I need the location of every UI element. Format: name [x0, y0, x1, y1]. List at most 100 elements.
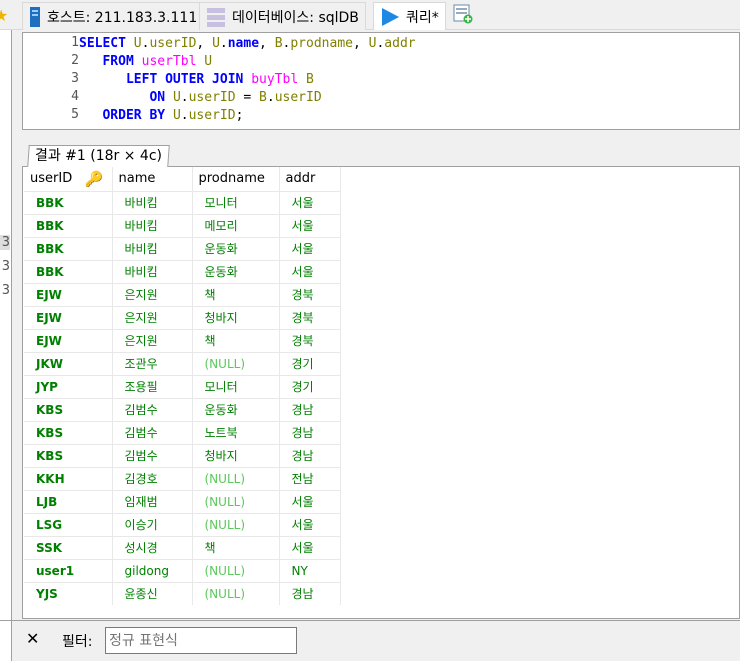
- cell-addr[interactable]: 전남: [279, 466, 341, 490]
- cell-name[interactable]: 바비킴: [112, 259, 193, 283]
- table-row[interactable]: BBK 바비킴 모니터 서울: [24, 190, 341, 214]
- cell-prodname[interactable]: 운동화: [192, 259, 280, 283]
- table-row[interactable]: BBK 바비킴 운동화 서울: [24, 259, 341, 283]
- cell-userid[interactable]: BBK: [24, 190, 113, 214]
- column-header-addr[interactable]: addr: [279, 167, 341, 191]
- cell-prodname[interactable]: (NULL): [192, 351, 280, 375]
- cell-addr[interactable]: 경북: [279, 328, 341, 352]
- table-row[interactable]: BBK 바비킴 운동화 서울: [24, 236, 341, 260]
- cell-name[interactable]: 바비킴: [112, 190, 193, 214]
- cell-name[interactable]: 조관우: [112, 351, 193, 375]
- filter-input[interactable]: [105, 627, 297, 654]
- cell-name[interactable]: 이승기: [112, 512, 193, 536]
- cell-prodname[interactable]: 메모리: [192, 213, 280, 237]
- sql-editor[interactable]: 1 2 3 4 5 SELECT U.userID, U.name, B.pro…: [22, 32, 740, 130]
- close-filter-icon[interactable]: ✕: [26, 629, 39, 648]
- table-row[interactable]: JKW 조관우 (NULL) 경기: [24, 351, 341, 375]
- cell-prodname[interactable]: (NULL): [192, 512, 280, 536]
- results-grid[interactable]: userID 🔑 name prodname addr BBK 바비킴 모니터 서울 BB…: [22, 167, 740, 619]
- table-row[interactable]: KBS 김범수 노트북 경남: [24, 420, 341, 444]
- tab-result-1[interactable]: 결과 #1 (18r × 4c): [27, 145, 170, 167]
- table-row[interactable]: LJB 임재범 (NULL) 서울: [24, 489, 341, 513]
- table-row[interactable]: KBS 김범수 청바지 경남: [24, 443, 341, 467]
- cell-name[interactable]: 김경호: [112, 466, 193, 490]
- cell-userid[interactable]: LSG: [24, 512, 113, 536]
- column-header-prodname[interactable]: prodname: [192, 167, 280, 191]
- left-item[interactable]: 3: [0, 283, 10, 298]
- cell-name[interactable]: 김범수: [112, 397, 193, 421]
- table-row[interactable]: EJW 은지원 책 경북: [24, 328, 341, 352]
- cell-userid[interactable]: EJW: [24, 282, 113, 306]
- column-header-name[interactable]: name: [112, 167, 193, 191]
- cell-userid[interactable]: BBK: [24, 236, 113, 260]
- cell-addr[interactable]: 서울: [279, 489, 341, 513]
- cell-name[interactable]: 은지원: [112, 328, 193, 352]
- cell-userid[interactable]: KBS: [24, 443, 113, 467]
- new-query-tab-button[interactable]: [453, 4, 473, 28]
- table-row[interactable]: EJW 은지원 청바지 경북: [24, 305, 341, 329]
- cell-userid[interactable]: YJS: [24, 581, 113, 605]
- cell-name[interactable]: 은지원: [112, 305, 193, 329]
- cell-prodname[interactable]: 노트북: [192, 420, 280, 444]
- cell-name[interactable]: 김범수: [112, 420, 193, 444]
- column-header-userid[interactable]: userID 🔑: [24, 167, 113, 191]
- cell-prodname[interactable]: 책: [192, 282, 280, 306]
- cell-addr[interactable]: 경북: [279, 305, 341, 329]
- table-row[interactable]: KKH 김경호 (NULL) 전남: [24, 466, 341, 490]
- cell-prodname[interactable]: (NULL): [192, 558, 280, 582]
- cell-prodname[interactable]: 청바지: [192, 305, 280, 329]
- cell-addr[interactable]: 경남: [279, 581, 341, 605]
- cell-addr[interactable]: 경남: [279, 397, 341, 421]
- cell-prodname[interactable]: 책: [192, 328, 280, 352]
- cell-name[interactable]: 윤종신: [112, 581, 193, 605]
- table-row[interactable]: YJS 윤종신 (NULL) 경남: [24, 581, 341, 605]
- cell-addr[interactable]: 서울: [279, 190, 341, 214]
- table-row[interactable]: EJW 은지원 책 경북: [24, 282, 341, 306]
- cell-addr[interactable]: 경남: [279, 420, 341, 444]
- cell-userid[interactable]: EJW: [24, 328, 113, 352]
- cell-prodname[interactable]: 모니터: [192, 374, 280, 398]
- cell-addr[interactable]: 서울: [279, 512, 341, 536]
- cell-name[interactable]: 조용필: [112, 374, 193, 398]
- cell-userid[interactable]: KKH: [24, 466, 113, 490]
- cell-userid[interactable]: LJB: [24, 489, 113, 513]
- cell-userid[interactable]: SSK: [24, 535, 113, 559]
- tab-host[interactable]: 호스트: 211.183.3.111: [22, 2, 205, 30]
- table-row[interactable]: BBK 바비킴 메모리 서울: [24, 213, 341, 237]
- cell-addr[interactable]: 경기: [279, 374, 341, 398]
- left-item[interactable]: 3: [0, 235, 10, 250]
- cell-addr[interactable]: 경북: [279, 282, 341, 306]
- cell-name[interactable]: 김범수: [112, 443, 193, 467]
- cell-name[interactable]: gildong: [112, 558, 193, 582]
- cell-prodname[interactable]: 책: [192, 535, 280, 559]
- cell-userid[interactable]: BBK: [24, 259, 113, 283]
- cell-userid[interactable]: KBS: [24, 397, 113, 421]
- table-row[interactable]: user1 gildong (NULL) NY: [24, 558, 341, 582]
- cell-userid[interactable]: user1: [24, 558, 113, 582]
- cell-userid[interactable]: KBS: [24, 420, 113, 444]
- table-row[interactable]: LSG 이승기 (NULL) 서울: [24, 512, 341, 536]
- cell-addr[interactable]: 서울: [279, 259, 341, 283]
- cell-prodname[interactable]: 운동화: [192, 397, 280, 421]
- cell-userid[interactable]: EJW: [24, 305, 113, 329]
- table-row[interactable]: JYP 조용필 모니터 경기: [24, 374, 341, 398]
- cell-name[interactable]: 임재범: [112, 489, 193, 513]
- left-item[interactable]: 3: [0, 259, 10, 274]
- cell-name[interactable]: 바비킴: [112, 236, 193, 260]
- table-row[interactable]: KBS 김범수 운동화 경남: [24, 397, 341, 421]
- cell-prodname[interactable]: (NULL): [192, 489, 280, 513]
- cell-userid[interactable]: JKW: [24, 351, 113, 375]
- cell-addr[interactable]: NY: [279, 558, 341, 582]
- sql-code[interactable]: SELECT U.userID, U.name, B.prodname, U.a…: [79, 35, 416, 125]
- cell-addr[interactable]: 경남: [279, 443, 341, 467]
- tab-query[interactable]: 쿼리*: [373, 2, 446, 30]
- cell-userid[interactable]: JYP: [24, 374, 113, 398]
- cell-name[interactable]: 성시경: [112, 535, 193, 559]
- tab-database[interactable]: 데이터베이스: sqlDB: [199, 2, 366, 30]
- cell-prodname[interactable]: (NULL): [192, 466, 280, 490]
- cell-prodname[interactable]: 운동화: [192, 236, 280, 260]
- cell-addr[interactable]: 서울: [279, 236, 341, 260]
- cell-addr[interactable]: 경기: [279, 351, 341, 375]
- cell-prodname[interactable]: 모니터: [192, 190, 280, 214]
- cell-prodname[interactable]: 청바지: [192, 443, 280, 467]
